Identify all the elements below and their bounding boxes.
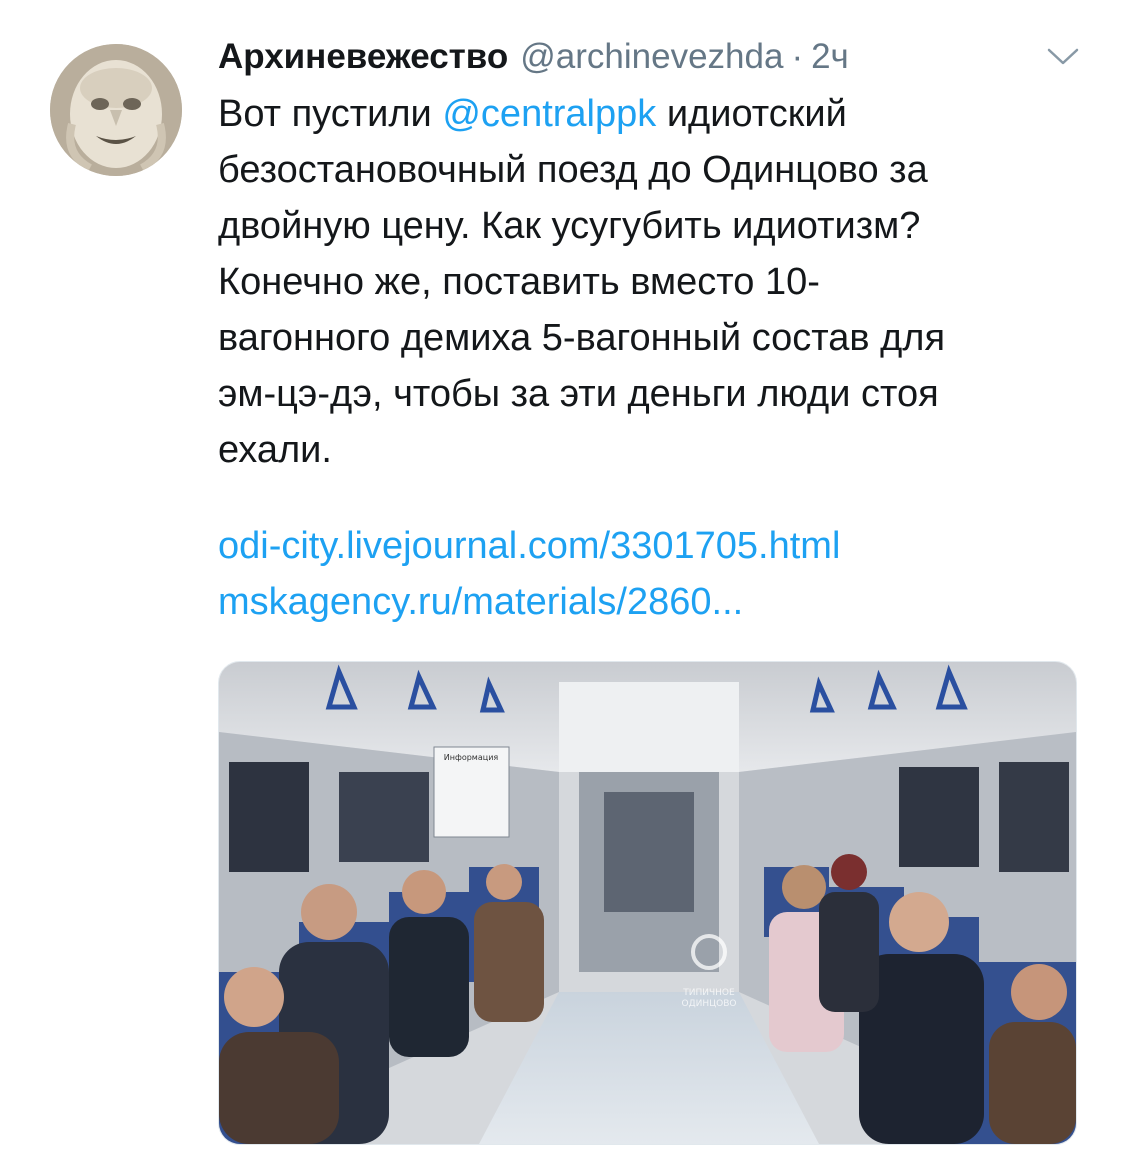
display-name[interactable]: Архиневежество	[218, 32, 508, 82]
username-handle[interactable]: @archinevezhda	[520, 32, 783, 82]
url-link[interactable]: odi-city.livejournal.com/3301705.html	[218, 518, 840, 574]
tweet-line: Вот пустили @centralppk идиотский	[218, 86, 1098, 142]
media-photo[interactable]: Информация ТИПИЧНОЕ ОДИНЦОВО	[218, 661, 1077, 1145]
tweet-text: Вот пустили @centralppk идиотский безост…	[218, 86, 1098, 478]
separator-dot: ·	[791, 37, 804, 76]
info-board-label: Информация	[444, 753, 499, 762]
tweet-line: двойную цену. Как усугубить идиотизм?	[218, 205, 921, 247]
watermark-line: ТИПИЧНОЕ	[682, 988, 735, 998]
text-segment: Вот пустили	[218, 93, 443, 135]
tweet-links: odi-city.livejournal.com/3301705.html ms…	[218, 518, 840, 630]
url-link[interactable]: mskagency.ru/materials/2860...	[218, 574, 840, 630]
tweet[interactable]: Архиневежество @archinevezhda · 2ч Вот п…	[0, 0, 1125, 1160]
mention-link[interactable]: @centralppk	[442, 93, 656, 135]
tweet-header: Архиневежество @archinevezhda · 2ч	[218, 32, 849, 82]
tweet-line: ехали.	[218, 429, 332, 471]
avatar[interactable]	[50, 44, 182, 176]
text-segment: идиотский	[656, 93, 847, 135]
tweet-line: безостановочный поезд до Одинцово за	[218, 149, 928, 191]
tweet-line: вагонного демиха 5-вагонный состав для	[218, 317, 946, 359]
tweet-line: эм-цэ-дэ, чтобы за эти деньги люди стоя	[218, 373, 939, 415]
watermark-line: ОДИНЦОВО	[682, 999, 737, 1009]
tweet-line: Конечно же, поставить вместо 10-	[218, 261, 820, 303]
chevron-down-icon[interactable]	[1040, 42, 1086, 72]
timestamp[interactable]: 2ч	[811, 32, 849, 82]
